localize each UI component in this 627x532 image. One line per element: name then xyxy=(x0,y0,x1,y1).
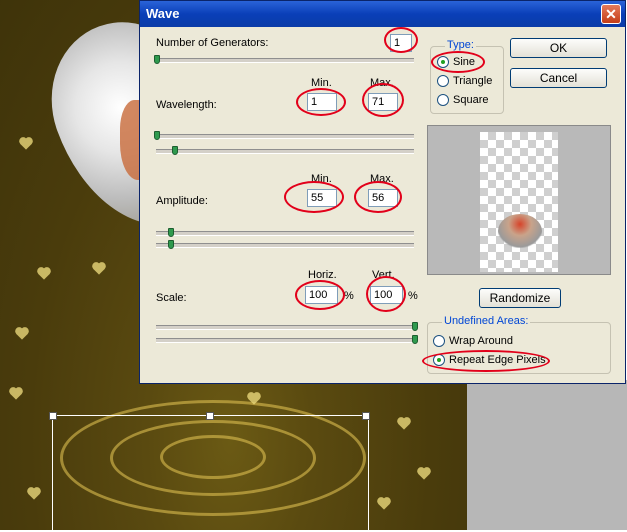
preview-checkerboard xyxy=(480,132,558,272)
amplitude-max-slider-track[interactable] xyxy=(156,243,414,248)
annotation-generators xyxy=(384,27,418,53)
wavelength-min-slider-thumb[interactable] xyxy=(154,131,160,140)
radio-square[interactable] xyxy=(437,94,449,106)
wavelength-min-slider-track[interactable] xyxy=(156,134,414,139)
scale-horiz-unit: % xyxy=(344,290,354,302)
amplitude-min-slider-track[interactable] xyxy=(156,231,414,236)
annotation-sine xyxy=(431,51,485,73)
bokeh-heart xyxy=(20,138,32,150)
radio-square-label[interactable]: Square xyxy=(453,94,488,106)
title-bar[interactable]: Wave ✕ xyxy=(140,1,625,27)
scale-vert-slider-thumb[interactable] xyxy=(412,335,418,344)
generators-label: Number of Generators: xyxy=(156,37,269,49)
scale-horiz-slider-track[interactable] xyxy=(156,325,416,330)
wavelength-max-slider-thumb[interactable] xyxy=(172,146,178,155)
wave-dialog: Wave ✕ Number of Generators: 1 Min. Max.… xyxy=(139,0,626,384)
radio-wrap-around[interactable] xyxy=(433,335,445,347)
wavelength-label: Wavelength: xyxy=(156,99,217,111)
dialog-title: Wave xyxy=(146,6,180,21)
generators-slider-thumb[interactable] xyxy=(154,55,160,64)
radio-wrap-around-label[interactable]: Wrap Around xyxy=(449,335,513,347)
amplitude-max-slider-thumb[interactable] xyxy=(168,240,174,249)
ok-button[interactable]: OK xyxy=(510,38,607,58)
cancel-button[interactable]: Cancel xyxy=(510,68,607,88)
bokeh-heart xyxy=(398,418,410,430)
annotation-repeat-edge xyxy=(422,350,550,372)
bokeh-heart xyxy=(28,488,40,500)
bokeh-heart xyxy=(418,468,430,480)
preview-pane xyxy=(427,125,611,275)
wavelength-max-slider-track[interactable] xyxy=(156,149,414,154)
annotation-amplitude-max xyxy=(354,181,402,213)
handle-top-right[interactable] xyxy=(362,412,370,420)
bokeh-heart xyxy=(378,498,390,510)
generators-slider-track[interactable] xyxy=(156,58,414,63)
bokeh-heart xyxy=(38,268,50,280)
scale-vert-unit: % xyxy=(408,290,418,302)
annotation-scale-horiz xyxy=(295,280,345,310)
scale-horiz-slider-thumb[interactable] xyxy=(412,322,418,331)
bokeh-heart xyxy=(16,328,28,340)
amplitude-label: Amplitude: xyxy=(156,195,208,207)
radio-triangle[interactable] xyxy=(437,75,449,87)
annotation-wavelength-min xyxy=(296,88,346,116)
randomize-button[interactable]: Randomize xyxy=(479,288,561,308)
scale-label: Scale: xyxy=(156,292,187,304)
canvas-backdrop xyxy=(467,380,627,530)
radio-triangle-label[interactable]: Triangle xyxy=(453,75,492,87)
annotation-wavelength-max xyxy=(362,83,404,117)
handle-top-left[interactable] xyxy=(49,412,57,420)
close-icon[interactable]: ✕ xyxy=(601,4,621,24)
undefined-areas-title: Undefined Areas: xyxy=(442,315,531,327)
annotation-scale-vert xyxy=(366,276,406,312)
annotation-amplitude-min xyxy=(284,181,344,213)
scale-vert-slider-track[interactable] xyxy=(156,338,416,343)
handle-top-center[interactable] xyxy=(206,412,214,420)
amplitude-min-slider-thumb[interactable] xyxy=(168,228,174,237)
bokeh-heart xyxy=(93,263,105,275)
transform-selection[interactable] xyxy=(49,412,370,532)
type-group-title: Type: xyxy=(445,39,476,51)
bokeh-heart xyxy=(10,388,22,400)
preview-thumbnail xyxy=(498,214,542,248)
